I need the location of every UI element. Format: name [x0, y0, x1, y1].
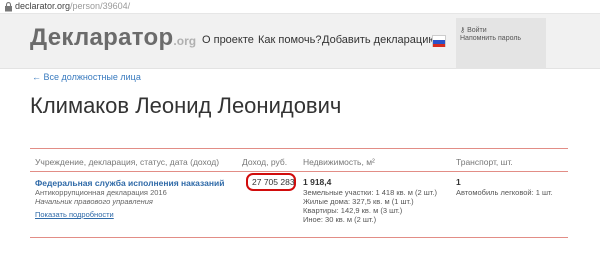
url-path: /person/39604/ [70, 1, 131, 11]
site-header: Декларатор.org О проекте Как помочь? Доб… [0, 14, 600, 69]
show-details-link[interactable]: Показать подробности [35, 210, 114, 219]
header-income: Доход, руб. [242, 157, 288, 167]
property-item: Квартиры: 142,9 кв. м (3 шт.) [303, 206, 403, 215]
person-name: Климаков Леонид Леонидович [30, 93, 342, 118]
logo-tld: .org [173, 34, 197, 48]
property-item: Жилые дома: 327,5 кв. м (1 шт.) [303, 197, 414, 206]
login-link[interactable]: ⚷ Войти [460, 26, 487, 34]
transport-total: 1 [456, 177, 461, 187]
url-host: declarator.org [15, 1, 71, 11]
russian-flag-icon[interactable] [432, 35, 446, 47]
property-item: Иное: 30 кв. м (2 шт.) [303, 215, 377, 224]
url-text[interactable]: declarator.org/person/39604/ [15, 1, 130, 11]
position-title: Начальник правового управления [35, 197, 153, 206]
transport-item: Автомобиль легковой: 1 шт. [456, 188, 553, 197]
header-property: Недвижимость, м² [303, 157, 375, 167]
declaration-link[interactable]: Антикоррупционная декларация 2016 [35, 188, 167, 197]
property-item: Земельные участки: 1 418 кв. м (2 шт.) [303, 188, 437, 197]
login-panel: ⚷ Войти Напомнить пароль [456, 18, 546, 69]
table-header-divider [30, 171, 568, 172]
header-institution: Учреждение, декларация, статус, дата (до… [35, 157, 220, 167]
header-transport: Транспорт, шт. [456, 157, 513, 167]
organization-link[interactable]: Федеральная служба исполнения наказаний [35, 178, 224, 188]
nav-how-to-help[interactable]: Как помочь? [258, 34, 322, 46]
back-to-officials-link[interactable]: ← Все должностные лица [32, 72, 141, 82]
table-bottom-divider [30, 237, 568, 238]
logo-main: Декларатор [30, 24, 174, 51]
income-value: 27 705 283 [252, 177, 295, 187]
lock-icon [5, 2, 12, 12]
site-logo[interactable]: Декларатор.org [30, 24, 196, 52]
table-top-divider [30, 148, 568, 149]
login-label: Войти [467, 27, 487, 34]
remind-password-link[interactable]: Напомнить пароль [460, 35, 521, 42]
nav-add-declaration[interactable]: Добавить декларацию [322, 34, 437, 46]
nav-about[interactable]: О проекте [202, 34, 254, 46]
property-total: 1 918,4 [303, 177, 332, 187]
address-bar[interactable]: declarator.org/person/39604/ [0, 0, 600, 14]
